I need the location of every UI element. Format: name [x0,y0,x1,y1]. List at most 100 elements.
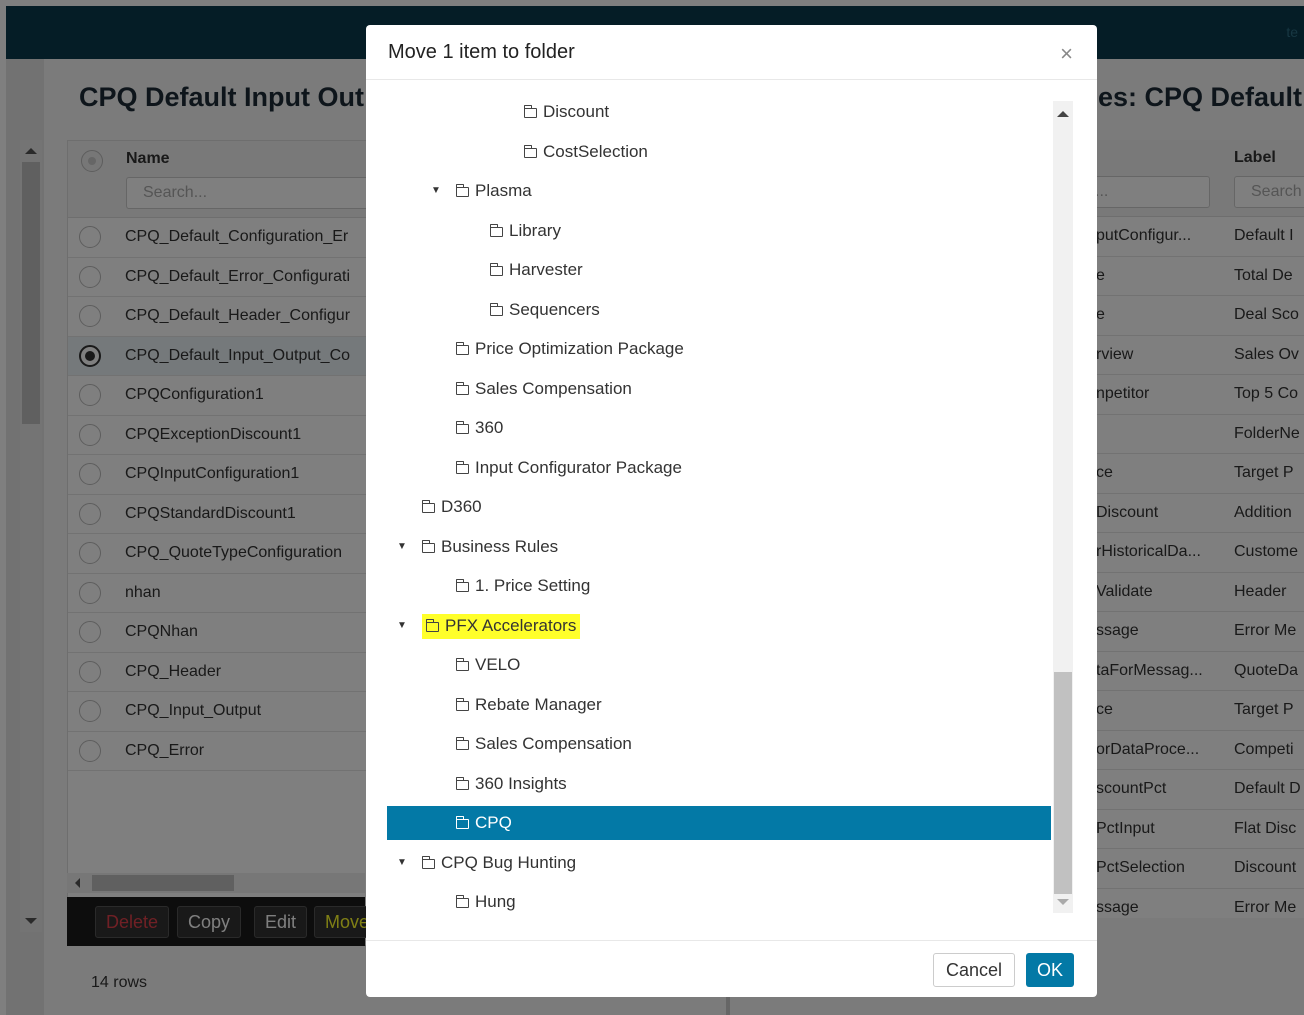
folder-icon [455,658,469,671]
dialog-footer: Cancel OK [366,940,1097,997]
folder-icon [425,618,439,632]
tree-node-content: Sequencers [489,299,600,319]
tree-node-content: Sales Compensation [455,734,632,753]
folder-icon [455,579,469,592]
folder-icon [455,697,469,711]
folder-icon [489,223,503,237]
tree-node-label: 360 [475,418,504,437]
tree-node-label: Sales Compensation [475,734,632,753]
caret-down-icon[interactable]: ▼ [431,174,441,208]
tree-node-label: Input Configurator Package [475,457,682,477]
tree-node-label: 360 Insights [475,773,567,793]
tree-node[interactable]: Harvester [489,253,583,287]
tree-node-content: CPQ [455,813,512,832]
tree-node[interactable]: Library [489,214,561,248]
folder-tree: Discount CostSelection ▼ Plasma Library Harve… [387,81,1051,937]
tree-scroll-up-icon[interactable] [1057,111,1069,117]
tree-node-label: VELO [475,655,521,674]
tree-node[interactable]: Price Optimization Package [455,332,684,366]
folder-icon [455,421,469,434]
tree-node-label: Business Rules [441,536,559,556]
tree-node-content: Input Configurator Package [455,457,682,477]
tree-node-content: 360 [455,418,504,437]
tree-node[interactable]: CostSelection [523,135,648,169]
tree-node[interactable]: ▼ Plasma [431,174,532,208]
tree-node-label: Discount [543,102,610,121]
tree-scroll-down-icon[interactable] [1057,899,1069,905]
tree-node-label: Harvester [509,260,583,279]
move-to-folder-dialog: Move 1 item to folder × Discount CostSele… [366,25,1097,997]
tree-node-label: 1. Price Setting [475,576,591,595]
tree-node-content: Plasma [455,181,532,200]
folder-icon [421,500,435,513]
folder-icon [455,342,469,355]
tree-node-label: PFX Accelerators [445,615,577,635]
tree-node-label: CostSelection [543,141,648,161]
tree-node-label: D360 [441,497,482,516]
tree-node-content: PFX Accelerators [422,613,581,639]
tree-node-content: D360 [421,497,482,516]
tree-node-label: Plasma [475,181,532,200]
tree-node[interactable]: ▼ Business Rules [397,530,559,564]
tree-node-content: Rebate Manager [455,694,602,714]
tree-node[interactable]: 360 [455,411,504,445]
folder-icon [421,539,435,553]
tree-node[interactable]: Hung [455,885,516,919]
folder-icon [489,263,503,276]
tree-scrollbar[interactable] [1053,101,1073,913]
tree-node-label: CPQ Bug Hunting [441,852,577,872]
folder-icon [455,381,469,395]
tree-scroll-thumb[interactable] [1054,672,1072,894]
tree-node-content: CPQ Bug Hunting [421,852,577,872]
folder-icon [489,302,503,316]
tree-node[interactable]: Sales Compensation [455,372,632,406]
tree-node-label: Sales Compensation [475,378,632,398]
tree-node-content: Harvester [489,260,583,279]
tree-node-content: Discount [523,102,610,121]
tree-node-label: Sequencers [509,299,600,319]
tree-node[interactable]: CPQ [387,806,1051,840]
folder-icon [455,460,469,474]
tree-node[interactable]: Sequencers [489,293,600,327]
folder-icon [455,776,469,790]
tree-node-label: Library [509,220,561,240]
tree-node[interactable]: ▼ PFX Accelerators [397,609,581,643]
tree-node-content: CostSelection [523,141,648,161]
folder-icon [455,895,469,908]
tree-node-label: Price Optimization Package [475,339,684,358]
caret-down-icon[interactable]: ▼ [397,530,407,564]
tree-node[interactable]: Sales Compensation [455,727,632,761]
tree-node-label: Hung [475,892,516,911]
close-icon[interactable]: × [1060,41,1073,67]
folder-icon [421,855,435,869]
tree-node-content: Price Optimization Package [455,339,684,358]
caret-down-icon[interactable]: ▼ [397,609,407,643]
tree-node-label: Rebate Manager [475,694,602,714]
tree-node[interactable]: 1. Price Setting [455,569,591,603]
tree-node-content: VELO [455,655,521,674]
dialog-header: Move 1 item to folder × [366,25,1097,80]
tree-node-label: CPQ [475,813,512,832]
tree-node[interactable]: Input Configurator Package [455,451,682,485]
tree-node-content: 1. Price Setting [455,576,591,595]
tree-node-content: Library [489,220,561,240]
tree-node[interactable]: ▼ CPQ Bug Hunting [397,846,577,880]
ok-button[interactable]: OK [1026,953,1074,987]
tree-node[interactable]: D360 [421,490,482,524]
tree-node-content: Business Rules [421,536,559,556]
tree-node-content: 360 Insights [455,773,567,793]
tree-node-content: Hung [455,892,516,911]
caret-down-icon[interactable]: ▼ [397,846,407,880]
tree-node[interactable]: Rebate Manager [455,688,602,722]
tree-node-content: Sales Compensation [455,378,632,398]
cancel-button[interactable]: Cancel [933,953,1015,987]
folder-icon [523,144,537,158]
tree-node[interactable]: Discount [523,95,610,129]
dialog-title: Move 1 item to folder [388,41,575,63]
folder-icon [455,816,469,829]
folder-icon [455,184,469,197]
tree-node[interactable]: 360 Insights [455,767,567,801]
folder-icon [455,737,469,750]
tree-node[interactable]: VELO [455,648,521,682]
folder-icon [523,105,537,118]
